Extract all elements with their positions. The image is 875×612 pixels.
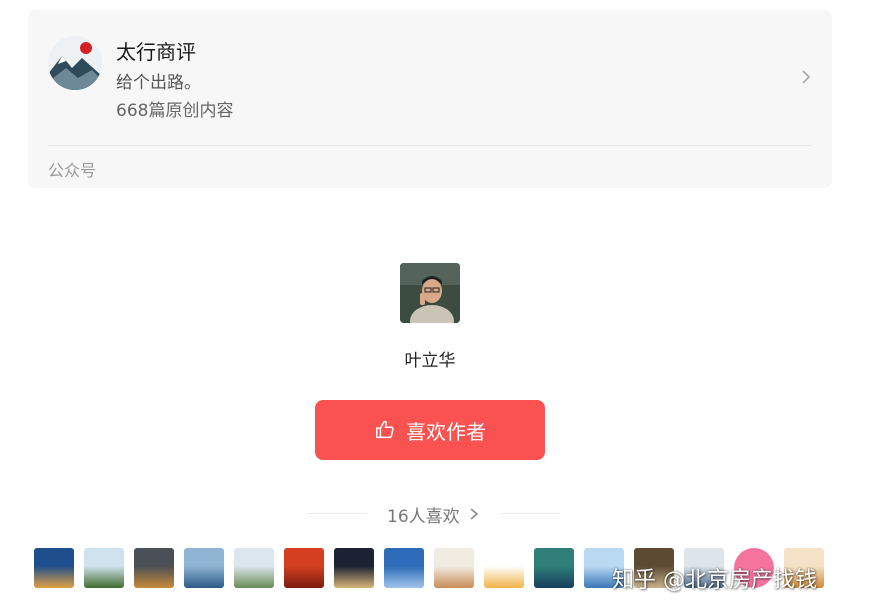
liker-avatar[interactable]	[334, 548, 374, 588]
official-account-card[interactable]: 太行商评 给个出路。 668篇原创内容 公众号	[28, 10, 832, 188]
account-name: 太行商评	[116, 40, 196, 64]
watermark-text: 知乎 @北京房产找钱	[612, 568, 817, 593]
likes-count: 16人喜欢	[387, 507, 460, 527]
account-type-label: 公众号	[48, 161, 97, 180]
account-logo	[48, 36, 102, 90]
liker-avatar[interactable]	[84, 548, 124, 588]
liker-avatar[interactable]	[534, 548, 574, 588]
liker-avatar[interactable]	[234, 548, 274, 588]
liker-avatar[interactable]	[134, 548, 174, 588]
like-author-label: 喜欢作者	[406, 419, 486, 444]
liker-avatar[interactable]	[184, 548, 224, 588]
likes-summary[interactable]: 16人喜欢	[307, 502, 560, 527]
thumbs-up-icon	[376, 420, 394, 439]
author-name: 叶立华	[404, 351, 456, 371]
chevron-right-icon	[470, 508, 479, 520]
chevron-right-icon	[802, 70, 811, 84]
account-description: 给个出路。	[116, 73, 201, 93]
account-article-count: 668篇原创内容	[116, 101, 234, 121]
like-author-button[interactable]: 喜欢作者	[315, 400, 545, 460]
liker-avatar[interactable]	[284, 548, 324, 588]
likes-divider-left	[307, 513, 367, 514]
liker-avatar[interactable]	[384, 548, 424, 588]
liker-avatar[interactable]	[34, 548, 74, 588]
author-avatar[interactable]	[400, 263, 460, 323]
likes-divider-right	[500, 513, 560, 514]
liker-avatar[interactable]	[484, 548, 524, 588]
card-divider	[48, 145, 812, 146]
liker-avatar[interactable]	[434, 548, 474, 588]
